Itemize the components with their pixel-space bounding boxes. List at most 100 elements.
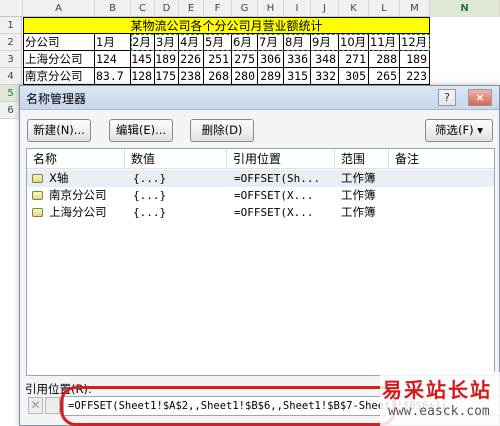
row-header-1[interactable]: 1 (0, 17, 22, 34)
column-header-m[interactable]: M (400, 0, 430, 17)
cell-f3[interactable]: 251 (204, 51, 232, 68)
help-icon: ? (444, 91, 450, 104)
sheet-title-cell[interactable]: 某物流公司各个分公司月营业额统计 (23, 17, 430, 34)
header-note[interactable]: 备注 (389, 149, 496, 169)
column-header-e[interactable]: E (179, 0, 204, 17)
cell-i4[interactable]: 315 (284, 68, 311, 85)
dialog-titlebar[interactable]: 名称管理器 ? × (20, 86, 499, 110)
column-header-f[interactable]: F (204, 0, 232, 17)
column-header-g[interactable]: G (232, 0, 258, 17)
list-item-ref: =OFFSET(X... (234, 189, 314, 202)
refers-to-label: 引用位置(R): (25, 382, 92, 396)
list-item-value: {...} (133, 172, 167, 185)
list-item-value: {...} (133, 206, 167, 219)
cell-d2[interactable]: 3月 (155, 34, 179, 51)
cell-f2[interactable]: 5月 (204, 34, 232, 51)
list-item-scope: 工作簿 (341, 205, 376, 219)
cell-d4[interactable]: 175 (155, 68, 179, 85)
cell-h3[interactable]: 306 (258, 51, 284, 68)
cell-g3[interactable]: 275 (232, 51, 258, 68)
cell-b3[interactable]: 124 (95, 51, 131, 68)
list-item-scope: 工作簿 (341, 171, 376, 185)
column-header-j[interactable]: J (311, 0, 339, 17)
delete-button[interactable]: 删除(D) (190, 119, 254, 142)
row-header-3[interactable]: 3 (0, 51, 22, 68)
filter-button[interactable]: 筛选(F) ▾ (425, 119, 493, 142)
cell-e4[interactable]: 238 (179, 68, 204, 85)
cell-h2[interactable]: 7月 (258, 34, 284, 51)
close-icon: × (475, 91, 485, 104)
cell-k3[interactable]: 271 (339, 51, 369, 68)
list-item-name: 南京分公司 (49, 188, 107, 202)
header-name[interactable]: 名称 (27, 149, 125, 169)
cell-k4[interactable]: 305 (339, 68, 369, 85)
names-list[interactable]: 名称 数值 引用位置 范围 备注 X轴 {...} =OFFSET(Sh... … (26, 148, 495, 376)
header-ref[interactable]: 引用位置 (227, 149, 335, 169)
cell-e3[interactable]: 226 (179, 51, 204, 68)
cell-k2[interactable]: 10月 (339, 34, 369, 51)
names-list-header: 名称 数值 引用位置 范围 备注 (27, 149, 494, 169)
list-item-scope: 工作簿 (341, 188, 376, 202)
cell-a4[interactable]: 南京分公司 (23, 68, 95, 85)
column-header-a[interactable]: A (23, 0, 95, 17)
row-header-2[interactable]: 2 (0, 34, 22, 51)
cell-c3[interactable]: 145 (131, 51, 155, 68)
cell-f4[interactable]: 268 (204, 68, 232, 85)
cell-l2[interactable]: 11月 (369, 34, 400, 51)
row-header-4[interactable]: 4 (0, 68, 22, 85)
cell-j4[interactable]: 332 (311, 68, 339, 85)
cell-c4[interactable]: 128 (131, 68, 155, 85)
help-button[interactable]: ? (438, 89, 456, 106)
list-item[interactable]: 上海分公司 {...} =OFFSET(X... 工作簿 (27, 204, 494, 221)
list-item-value: {...} (133, 189, 167, 202)
name-range-icon (32, 208, 43, 217)
dialog-title: 名称管理器 (26, 92, 87, 106)
cell-a2[interactable]: 分公司 (23, 34, 95, 51)
cell-a3[interactable]: 上海分公司 (23, 51, 95, 68)
list-item[interactable]: X轴 {...} =OFFSET(Sh... 工作簿 (27, 170, 494, 187)
cell-j3[interactable]: 348 (311, 51, 339, 68)
cell-h4[interactable]: 289 (258, 68, 284, 85)
column-header-k[interactable]: K (339, 0, 369, 17)
cell-l3[interactable]: 288 (369, 51, 400, 68)
column-header-h[interactable]: H (258, 0, 284, 17)
close-button[interactable]: × (468, 89, 492, 106)
list-item-ref: =OFFSET(Sh... (234, 172, 321, 185)
cell-b4[interactable]: 83.7 (95, 68, 131, 85)
cell-g2[interactable]: 6月 (232, 34, 258, 51)
column-header-b[interactable]: B (95, 0, 131, 17)
column-header-d[interactable]: D (155, 0, 179, 17)
new-button[interactable]: 新建(N)... (27, 119, 91, 142)
column-header-l[interactable]: L (369, 0, 400, 17)
cell-g4[interactable]: 280 (232, 68, 258, 85)
cell-b2[interactable]: 1月 (95, 34, 131, 51)
cancel-edit-button[interactable]: ✕ (28, 397, 43, 414)
list-item[interactable]: 南京分公司 {...} =OFFSET(X... 工作簿 (27, 187, 494, 204)
column-header-i[interactable]: I (284, 0, 311, 17)
column-header-c[interactable]: C (131, 0, 155, 17)
watermark-title: 易采站长站 (382, 378, 492, 402)
site-watermark: 易采站长站 www.easck.com (380, 372, 500, 426)
edit-button[interactable]: 编辑(E)... (109, 119, 173, 142)
watermark-url: www.easck.com (388, 404, 490, 419)
header-scope[interactable]: 范围 (335, 149, 389, 169)
select-all-corner[interactable] (0, 0, 23, 17)
cell-i2[interactable]: 8月 (284, 34, 311, 51)
name-range-icon (32, 174, 43, 183)
name-range-icon (32, 191, 43, 200)
cell-m4[interactable]: 223 (400, 68, 430, 85)
confirm-edit-button[interactable] (45, 397, 60, 414)
cell-l4[interactable]: 265 (369, 68, 400, 85)
header-value[interactable]: 数值 (125, 149, 227, 169)
list-item-ref: =OFFSET(X... (234, 206, 314, 219)
column-header-n[interactable]: N (430, 0, 500, 17)
list-item-name: X轴 (49, 171, 69, 185)
cell-m3[interactable]: 189 (400, 51, 430, 68)
cell-j2[interactable]: 9月 (311, 34, 339, 51)
cell-m2[interactable]: 12月 (400, 34, 430, 51)
cell-e2[interactable]: 4月 (179, 34, 204, 51)
cell-d3[interactable]: 189 (155, 51, 179, 68)
list-item-name: 上海分公司 (49, 205, 107, 219)
cell-c2[interactable]: 2月 (131, 34, 155, 51)
cell-i3[interactable]: 336 (284, 51, 311, 68)
